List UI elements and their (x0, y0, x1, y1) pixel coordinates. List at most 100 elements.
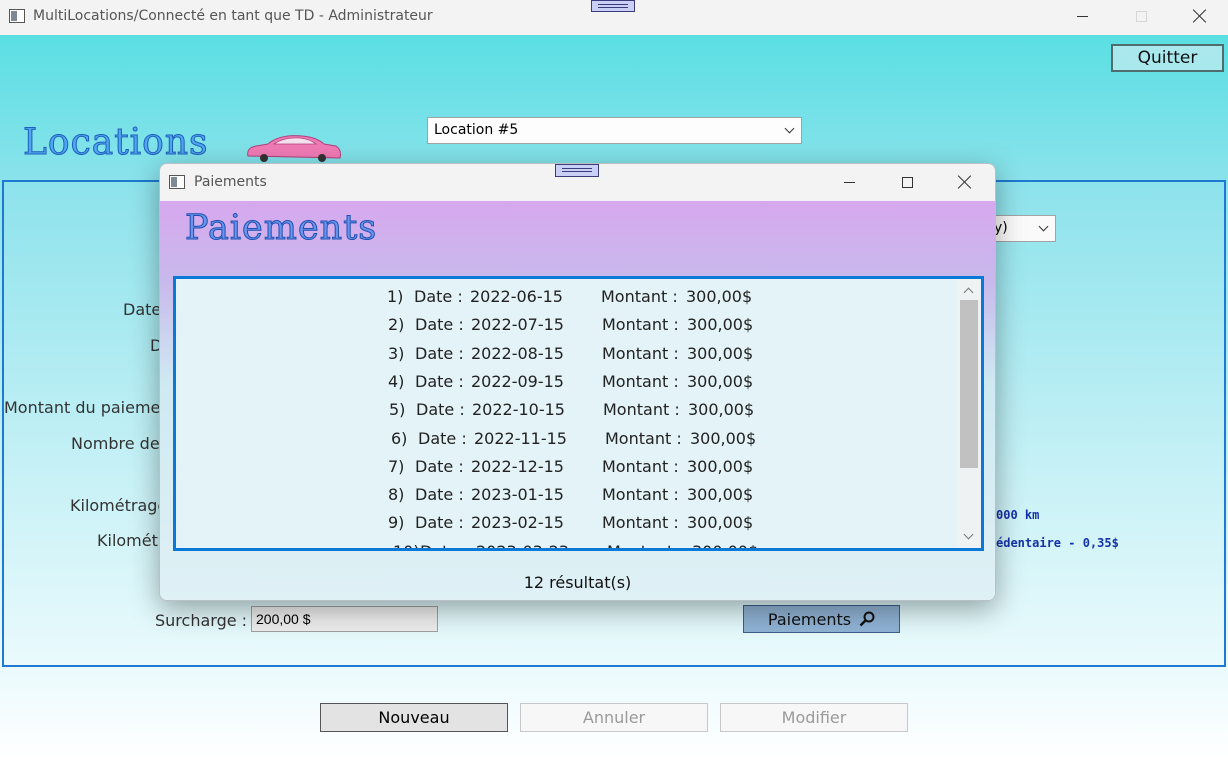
payment-date: 2022-11-15 (474, 428, 567, 448)
nombre-label: Nombre de (71, 434, 160, 453)
dialog-maximize-button[interactable] (884, 164, 930, 200)
payment-number: 4) (388, 371, 405, 391)
surcharge-label: Surcharge : (155, 611, 248, 630)
date-label: Date : (415, 513, 464, 533)
surcharge-input[interactable] (251, 606, 438, 632)
payments-button[interactable]: Paiements (743, 605, 900, 633)
payment-date: 2022-12-15 (471, 456, 564, 476)
payment-date: 2022-08-15 (471, 343, 564, 363)
scroll-down-icon[interactable] (963, 529, 974, 540)
amount-label: Montant : (607, 542, 684, 548)
scroll-up-icon[interactable] (963, 287, 974, 298)
montant-paiement-label: Montant du paiemen (4, 398, 171, 417)
dialog-heading: Paiements (184, 208, 378, 249)
list-item[interactable]: 5) Date : 2022-10-15 Montant : 300,00$ (176, 396, 956, 424)
payment-amount: 300,00$ (686, 287, 753, 306)
amount-label: Montant : (602, 343, 679, 363)
payment-amount: 300,00$ (690, 428, 757, 448)
payment-number: 2) (388, 315, 405, 335)
date-label: Date : (420, 542, 469, 548)
amount-label: Montant : (602, 513, 679, 533)
date-label: Date : (414, 287, 463, 306)
payment-number: 8) (388, 485, 405, 505)
payments-list[interactable]: 1) Date :2022-06-15 Montant :300,00$ 2) Date… (173, 276, 984, 551)
payment-date: 2023-02-15 (471, 513, 564, 533)
dialog-minimize-button[interactable] (826, 164, 872, 200)
date-label: Date : (415, 456, 464, 476)
quit-button[interactable]: Quitter (1111, 44, 1224, 72)
chevron-down-icon (784, 123, 795, 134)
payment-date: 2022-09-15 (471, 371, 564, 391)
payment-number: 1) (387, 287, 404, 306)
list-item[interactable]: 6) Date : 2022-11-15 Montant : 300,00$ (176, 425, 956, 453)
kilometrage-label: Kilométrage (70, 496, 168, 515)
list-scrollbar[interactable] (957, 279, 981, 548)
payment-amount: 300,00$ (687, 513, 754, 533)
drag-handle-icon[interactable] (555, 164, 599, 177)
amount-label: Montant : (601, 287, 678, 306)
maximize-icon (901, 176, 913, 188)
payment-number: 10) (393, 542, 420, 548)
amount-label: Montant : (602, 371, 679, 391)
payment-amount: 300,00$ (687, 456, 754, 476)
list-item[interactable]: 9) Date : 2023-02-15 Montant : 300,00$ (176, 509, 956, 537)
payment-amount: 300,00$ (688, 400, 755, 420)
new-button[interactable]: Nouveau (320, 703, 508, 732)
date-label: Date : (415, 315, 464, 335)
payment-number: 7) (388, 456, 405, 476)
payments-button-label: Paiements (767, 609, 852, 629)
chevron-down-icon (1038, 221, 1049, 232)
window-title: MultiLocations/Connecté en tant que TD -… (33, 8, 433, 24)
search-icon (859, 611, 875, 627)
amount-label: Montant : (602, 315, 679, 335)
cancel-button: Annuler (520, 703, 708, 732)
payment-number: 3) (388, 343, 405, 363)
side-select[interactable]: y) (989, 215, 1056, 242)
payments-rows: 1) Date :2022-06-15 Montant :300,00$ 2) Date… (176, 279, 956, 548)
modify-button: Modifier (720, 703, 908, 732)
list-item[interactable]: 2) Date : 2022-07-15 Montant : 300,00$ (176, 311, 956, 339)
date-label: Date : (418, 428, 467, 448)
maximize-icon (1135, 10, 1147, 22)
dialog-title: Paiements (194, 174, 267, 190)
payment-date: 2023-01-15 (471, 485, 564, 505)
date-label: Date : (415, 485, 464, 505)
result-count: 12 résultat(s) (523, 573, 632, 592)
date-label: Date (123, 300, 162, 319)
main-titlebar: MultiLocations/Connecté en tant que TD -… (0, 0, 1228, 35)
side-select-value: y) (994, 220, 1008, 236)
payment-number: 9) (388, 513, 405, 533)
payment-date: 2022-06-15 (470, 287, 563, 306)
dialog-close-button[interactable] (942, 164, 988, 200)
payment-number: 5) (389, 400, 406, 420)
dialog-titlebar: Paiements (160, 164, 995, 201)
payment-date: 2022-10-15 (472, 400, 565, 420)
list-item[interactable]: 7) Date : 2022-12-15 Montant : 300,00$ (176, 453, 956, 481)
minimize-icon (843, 181, 855, 183)
date-label: Date : (415, 343, 464, 363)
payment-amount: 300,00$ (687, 371, 754, 391)
amount-label: Montant : (602, 485, 679, 505)
date-label: Date : (415, 371, 464, 391)
payment-amount: 300,00$ (687, 485, 754, 505)
payment-date: 2022-07-15 (471, 315, 564, 335)
amount-label: Montant : (605, 428, 682, 448)
scrollbar-thumb[interactable] (960, 300, 978, 468)
list-item[interactable]: 8) Date : 2023-01-15 Montant : 300,00$ (176, 481, 956, 509)
kilometrage-rate: édentaire - 0,35$ (996, 536, 1119, 550)
minimize-button[interactable] (1059, 0, 1105, 32)
list-item[interactable]: 4) Date : 2022-09-15 Montant : 300,00$ (176, 368, 956, 396)
close-button[interactable] (1177, 0, 1223, 32)
location-select[interactable]: Location #5 (427, 117, 802, 144)
list-item[interactable]: 1) Date : 2022-06-15 Montant : 300,00$ (176, 283, 956, 311)
list-item[interactable]: 3) Date : 2022-08-15 Montant : 300,00$ (176, 340, 956, 368)
list-item[interactable]: 10)Date : 2023-03-23 Montant : 300,00$ (176, 538, 956, 548)
date-label: Date : (416, 400, 465, 420)
car-image (247, 135, 341, 162)
payment-amount: 300,00$ (687, 315, 754, 335)
app-window-icon (9, 9, 25, 23)
payment-amount: 300,00$ (687, 343, 754, 363)
location-select-value: Location #5 (434, 122, 519, 138)
drag-handle-icon[interactable] (591, 0, 635, 12)
amount-label: Montant : (602, 456, 679, 476)
